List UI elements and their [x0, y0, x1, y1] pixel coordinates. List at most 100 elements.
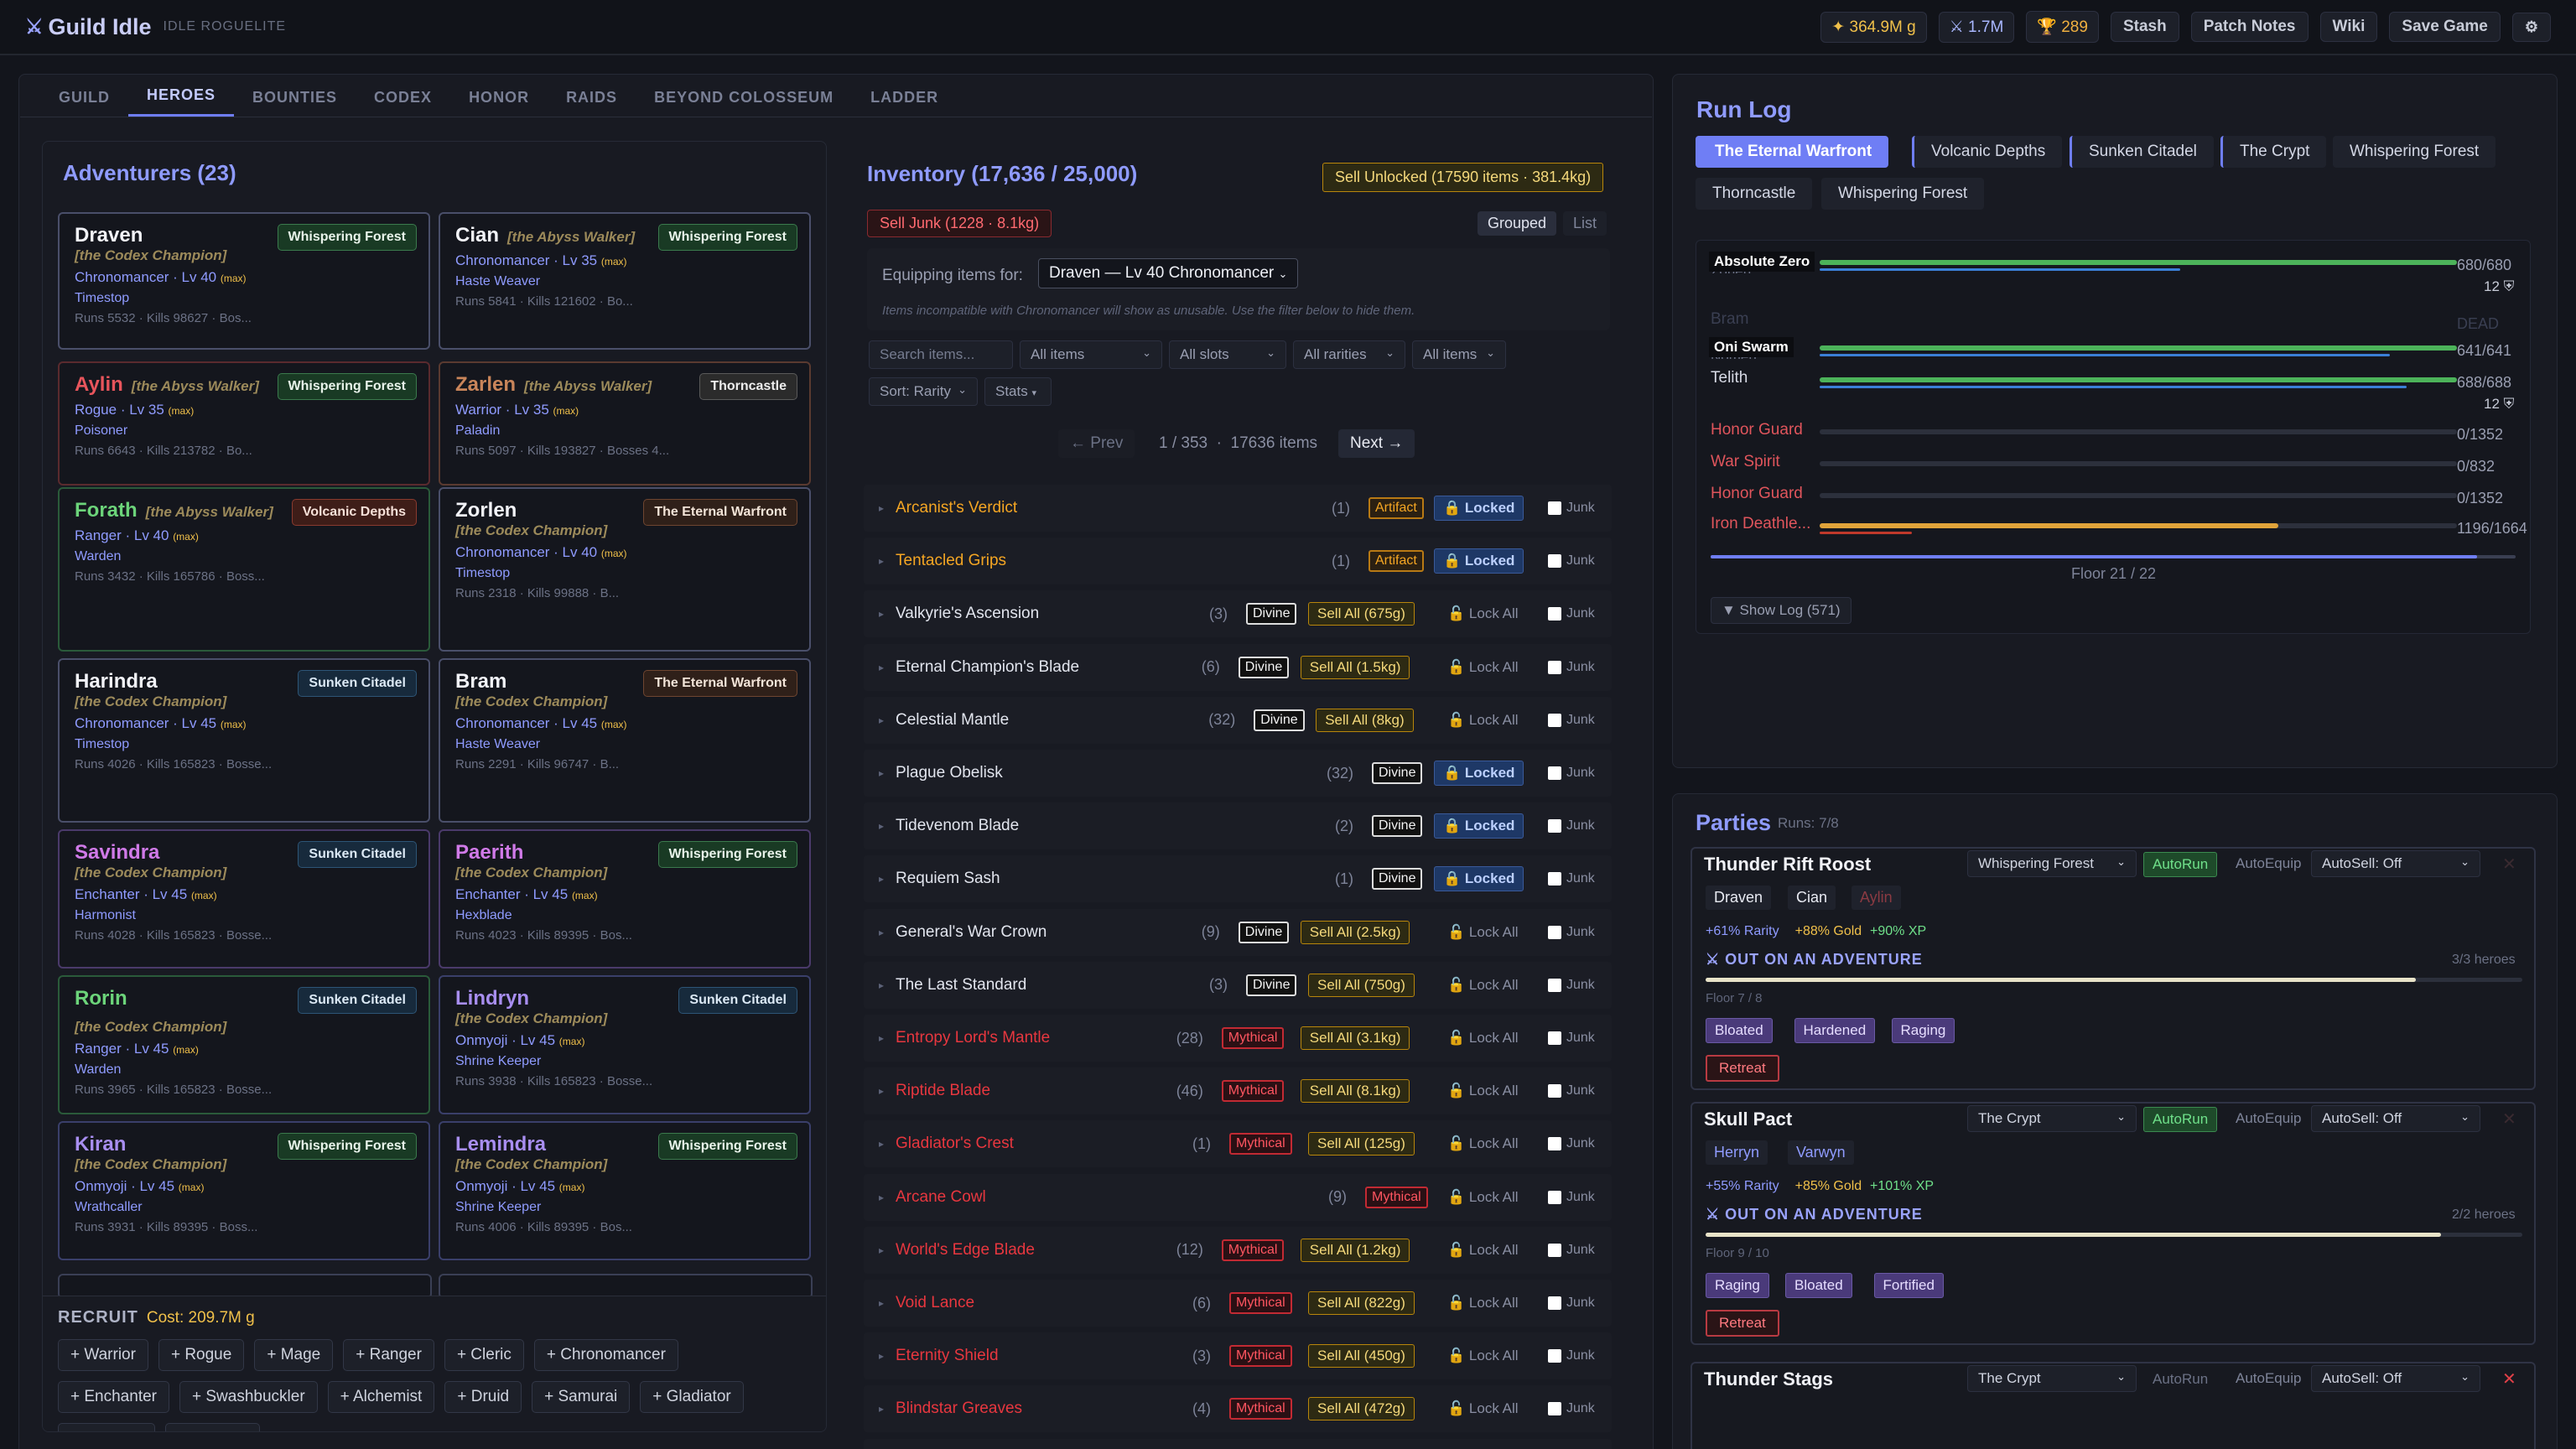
recruit-valkyrie-button[interactable]: + Valkyrie	[165, 1423, 260, 1431]
junk-checkbox[interactable]: Junk	[1548, 1031, 1595, 1046]
inventory-row[interactable]: ▸ Arcanist's Verdict (1) Artifact 🔒 Locked Ju…	[864, 485, 1612, 532]
expand-icon[interactable]: ▸	[879, 502, 896, 514]
party-member[interactable]: Cian	[1788, 886, 1836, 910]
location-tab[interactable]: Sunken Citadel	[2070, 136, 2214, 168]
expand-icon[interactable]: ▸	[879, 608, 896, 620]
autorun-toggle[interactable]: AutoRun	[2143, 1367, 2217, 1392]
expand-icon[interactable]: ▸	[879, 873, 896, 885]
party-member[interactable]: Varwyn	[1788, 1140, 1854, 1165]
recruit-alchemist-button[interactable]: + Alchemist	[327, 1381, 435, 1413]
lock-all-button[interactable]: 🔓 Lock All	[1447, 1400, 1519, 1417]
sell-all-button[interactable]: Sell All (750g)	[1308, 973, 1415, 997]
stats-select[interactable]: Stats ▾	[984, 377, 1052, 406]
lock-all-button[interactable]: 🔓 Lock All	[1447, 1189, 1519, 1206]
inventory-row[interactable]: ▸ Void Lance (6) Mythical Sell All (822g) 🔓 L…	[864, 1280, 1612, 1327]
lock-all-button[interactable]: 🔓 Lock All	[1447, 1295, 1519, 1311]
autosell-select[interactable]: AutoSell: Off ⌄	[2311, 1365, 2480, 1392]
retreat-button[interactable]: Retreat	[1706, 1055, 1779, 1082]
autoequip-toggle[interactable]: AutoEquip	[2227, 1107, 2309, 1130]
close-icon[interactable]: ✕	[2502, 854, 2516, 875]
filter-slot-select[interactable]: All slots ⌄	[1169, 340, 1286, 369]
sell-all-button[interactable]: Sell All (675g)	[1308, 602, 1415, 626]
wiki-button[interactable]: Wiki	[2319, 12, 2378, 42]
hero-card-savindra[interactable]: Savindra [the Codex Champion] Enchanter · …	[58, 829, 430, 969]
junk-checkbox[interactable]: Junk	[1548, 501, 1595, 516]
locked-toggle[interactable]: 🔒 Locked	[1434, 761, 1524, 786]
junk-checkbox[interactable]: Junk	[1548, 1296, 1595, 1311]
search-input[interactable]: Search items...	[869, 340, 1013, 369]
party-zone-select[interactable]: The Crypt ⌄	[1967, 1365, 2137, 1392]
expand-icon[interactable]: ▸	[879, 1138, 896, 1150]
inventory-row[interactable]: ▸ Valkyrie's Ascension (3) Divine Sell All (…	[864, 590, 1612, 638]
sell-all-button[interactable]: Sell All (1.2kg)	[1300, 1238, 1410, 1262]
autoequip-toggle[interactable]: AutoEquip	[2227, 1367, 2309, 1390]
hero-zone-badge[interactable]: Volcanic Depths	[291, 499, 417, 526]
tab-guild[interactable]: GUILD	[40, 89, 128, 117]
sell-all-button[interactable]: Sell All (3.1kg)	[1300, 1026, 1410, 1050]
expand-icon[interactable]: ▸	[879, 1297, 896, 1309]
autoequip-toggle[interactable]: AutoEquip	[2227, 852, 2309, 875]
expand-icon[interactable]: ▸	[879, 714, 896, 726]
filter-type-select[interactable]: All items ⌄	[1020, 340, 1162, 369]
junk-checkbox[interactable]: Junk	[1548, 1243, 1595, 1258]
party-zone-select[interactable]: Whispering Forest ⌄	[1967, 850, 2137, 877]
junk-checkbox[interactable]: Junk	[1548, 1083, 1595, 1098]
prev-page-button[interactable]: ← Prev	[1058, 429, 1135, 458]
expand-icon[interactable]: ▸	[879, 1032, 896, 1044]
sell-all-button[interactable]: Sell All (8kg)	[1316, 708, 1414, 732]
tab-heroes[interactable]: HEROES	[128, 86, 235, 117]
lock-all-button[interactable]: 🔓 Lock All	[1447, 1030, 1519, 1046]
junk-checkbox[interactable]: Junk	[1548, 766, 1595, 781]
expand-icon[interactable]: ▸	[879, 662, 896, 673]
hero-zone-badge[interactable]: Whispering Forest	[657, 224, 797, 251]
expand-icon[interactable]: ▸	[879, 979, 896, 991]
filter-items-select[interactable]: All items ⌄	[1412, 340, 1506, 369]
hero-card-paerith[interactable]: Paerith [the Codex Champion] Enchanter · L…	[439, 829, 811, 969]
hero-card-bram[interactable]: Bram [the Codex Champion] Chronomancer · L…	[439, 658, 811, 823]
expand-icon[interactable]: ▸	[879, 1350, 896, 1362]
hero-card-aylin[interactable]: Aylin [the Abyss Walker] Rogue · Lv 35 (ma…	[58, 361, 430, 486]
inventory-row[interactable]: ▸ Eternity Shield (3) Mythical Sell All (450…	[864, 1332, 1612, 1380]
recruit-swashbuckler-button[interactable]: + Swashbuckler	[179, 1381, 318, 1413]
hero-zone-badge[interactable]: Sunken Citadel	[678, 987, 797, 1014]
tab-ladder[interactable]: LADDER	[852, 89, 957, 117]
hero-card-lemindra[interactable]: Lemindra [the Codex Champion] Onmyoji · Lv…	[439, 1121, 811, 1260]
locked-toggle[interactable]: 🔒 Locked	[1434, 813, 1524, 839]
hero-zone-badge[interactable]: Thorncastle	[699, 373, 797, 400]
recruit-chronomancer-button[interactable]: + Chronomancer	[533, 1339, 678, 1371]
party-zone-select[interactable]: The Crypt ⌄	[1967, 1105, 2137, 1132]
party-member[interactable]: Aylin	[1852, 886, 1901, 910]
settings-icon[interactable]: ⚙	[2511, 12, 2551, 42]
sell-all-button[interactable]: Sell All (1.5kg)	[1300, 655, 1410, 679]
retreat-button[interactable]: Retreat	[1706, 1310, 1779, 1337]
lock-all-button[interactable]: 🔓 Lock All	[1447, 1242, 1519, 1259]
junk-checkbox[interactable]: Junk	[1548, 606, 1595, 621]
hero-card-forath[interactable]: Forath [the Abyss Walker] Ranger · Lv 40 (…	[58, 487, 430, 652]
hero-card-draven[interactable]: Draven [the Codex Champion] Chronomancer ·…	[58, 212, 430, 350]
equip-hero-select[interactable]: Draven — Lv 40 Chronomancer ⌄	[1038, 258, 1299, 288]
sort-select[interactable]: Sort: Rarity ⌄	[869, 377, 978, 406]
inventory-row[interactable]: ▸ General's War Crown (9) Divine Sell All (2…	[864, 908, 1612, 956]
hero-zone-badge[interactable]: Whispering Forest	[657, 841, 797, 868]
lock-all-button[interactable]: 🔓 Lock All	[1447, 1083, 1519, 1099]
hero-zone-badge[interactable]: Whispering Forest	[277, 373, 417, 400]
inventory-row[interactable]: ▸ Requiem Sash (1) Divine 🔒 Locked Junk	[864, 855, 1612, 903]
junk-checkbox[interactable]: Junk	[1548, 978, 1595, 993]
inventory-row[interactable]: ▸ Tidevenom Blade (2) Divine 🔒 Locked Junk	[864, 802, 1612, 850]
expand-icon[interactable]: ▸	[879, 1403, 896, 1415]
recruit-onmyoji-button[interactable]: + Onmyoji	[58, 1423, 156, 1431]
junk-checkbox[interactable]: Junk	[1548, 553, 1595, 569]
hero-zone-badge[interactable]: Whispering Forest	[277, 224, 417, 251]
locked-toggle[interactable]: 🔒 Locked	[1434, 866, 1524, 892]
expand-icon[interactable]: ▸	[879, 927, 896, 938]
hero-card-zorlen[interactable]: Zorlen [the Codex Champion] Chronomancer ·…	[439, 487, 811, 652]
expand-icon[interactable]: ▸	[879, 1192, 896, 1203]
autorun-toggle[interactable]: AutoRun	[2143, 1107, 2218, 1132]
inventory-row[interactable]: ▸ Tentacled Grips (1) Artifact 🔒 Locked Junk	[864, 538, 1612, 585]
recruit-enchanter-button[interactable]: + Enchanter	[58, 1381, 169, 1413]
sell-junk-button[interactable]: Sell Junk (1228 · 8.1kg)	[867, 210, 1052, 237]
sell-all-button[interactable]: Sell All (822g)	[1308, 1291, 1415, 1315]
junk-checkbox[interactable]: Junk	[1548, 1348, 1595, 1363]
autorun-toggle[interactable]: AutoRun	[2143, 852, 2218, 877]
hero-zone-badge[interactable]: Sunken Citadel	[298, 987, 417, 1014]
